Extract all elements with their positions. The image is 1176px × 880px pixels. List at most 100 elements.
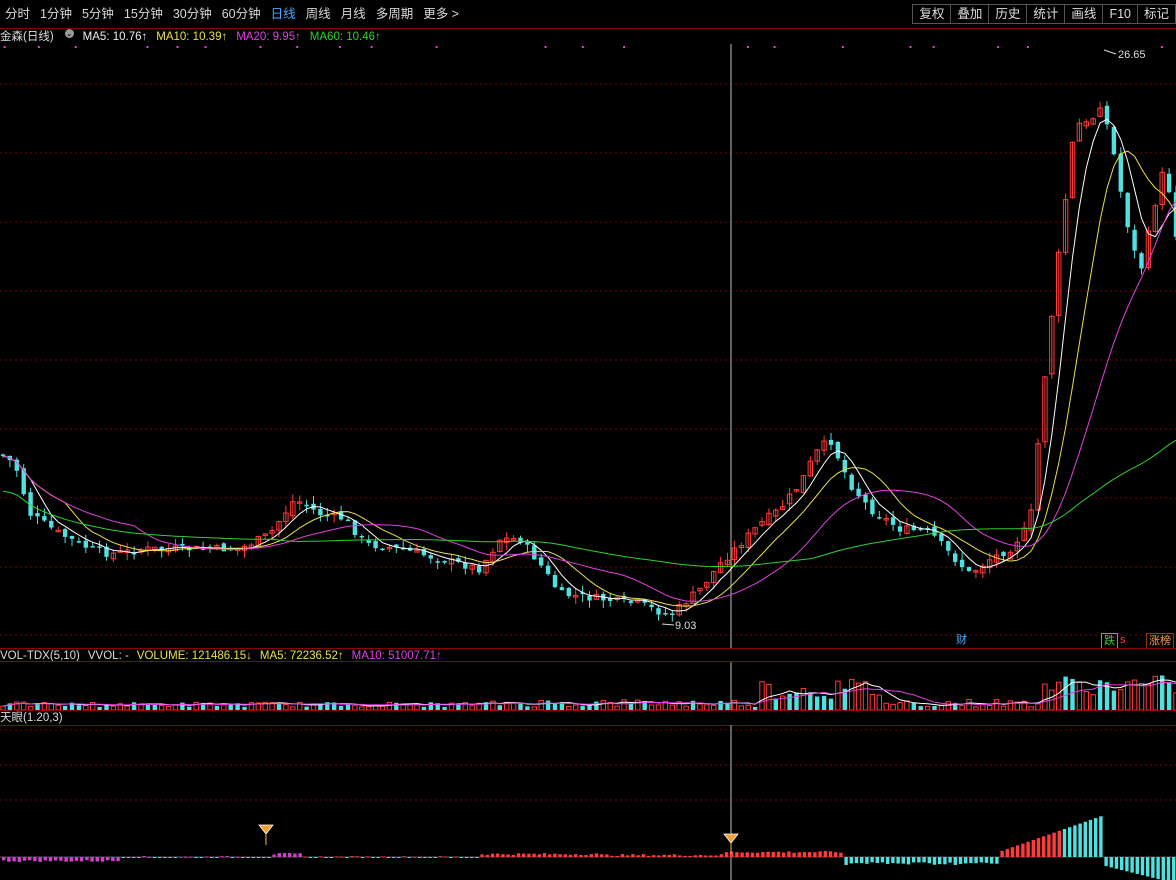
indicator-bar: [1047, 834, 1051, 857]
chevron-down-icon[interactable]: ⌄: [64, 29, 74, 38]
volume-bar: [1056, 681, 1062, 710]
finance-badge[interactable]: 财: [954, 633, 969, 647]
indicator-bar: [917, 857, 921, 863]
indicator-bar: [865, 857, 869, 864]
indicator-chart[interactable]: [0, 725, 1176, 880]
indicator-bar: [459, 857, 463, 858]
indicator-bar: [969, 857, 973, 864]
indicator-bar: [423, 857, 427, 858]
volume-bar: [1118, 689, 1124, 710]
period-tab-10[interactable]: 更多 >: [418, 0, 464, 28]
ma20-value: MA20: 9.95↑: [236, 31, 301, 43]
ma20-line: [2, 200, 1176, 602]
indicator-bar: [880, 857, 885, 863]
indicator-bar: [641, 854, 645, 857]
volume-bar: [628, 703, 634, 710]
indicator-bar: [163, 857, 167, 858]
indicator-bar: [589, 854, 593, 857]
indicator-bar: [563, 854, 567, 857]
signal-dot: [204, 46, 207, 48]
indicator-bar: [672, 854, 677, 857]
volume-bar: [828, 698, 834, 710]
indicator-bar: [1125, 857, 1129, 872]
low-pointer: [661, 623, 675, 626]
indicator-bar: [137, 857, 141, 858]
tool-button-0[interactable]: 复权: [912, 4, 951, 24]
drop-badge[interactable]: 跌: [1101, 633, 1118, 649]
candle-body: [870, 499, 875, 515]
volume-bar: [594, 701, 599, 710]
signal-dot: [997, 46, 1000, 48]
tool-button-1[interactable]: 叠加: [950, 4, 989, 24]
candle-body: [545, 565, 551, 575]
indicator-bar: [542, 853, 547, 857]
rank-badge[interactable]: 涨榜: [1146, 633, 1174, 649]
indicator-bar: [277, 853, 281, 857]
period-tab-7[interactable]: 周线: [301, 0, 336, 28]
indicator-bar: [28, 857, 32, 861]
indicator-bar: [600, 854, 604, 857]
volume-bar: [1145, 683, 1152, 710]
candle-body: [359, 535, 364, 538]
volume-bar: [1138, 683, 1145, 710]
candle-body: [318, 508, 323, 516]
indicator-bar: [1099, 816, 1103, 857]
indicator-bar: [1088, 819, 1093, 857]
indicator-bar: [2, 857, 6, 861]
indicator-bar: [605, 854, 609, 857]
candlestick-chart[interactable]: 26.65 9.03: [0, 44, 1176, 648]
period-tab-3[interactable]: 15分钟: [119, 0, 168, 28]
s-badge[interactable]: s: [1118, 633, 1128, 647]
period-tab-1[interactable]: 1分钟: [35, 0, 77, 28]
tool-button-6[interactable]: 标记: [1136, 4, 1176, 24]
tool-button-3[interactable]: 统计: [1026, 4, 1065, 24]
indicator-bar: [979, 857, 983, 863]
indicator-bar: [745, 852, 749, 857]
indicator-bar: [132, 857, 136, 858]
candle-body: [628, 601, 634, 604]
candle-body: [539, 557, 544, 566]
indicator-bar: [990, 857, 994, 864]
candle-body: [532, 545, 537, 560]
period-tab-2[interactable]: 5分钟: [77, 0, 119, 28]
volume-bar: [849, 678, 855, 710]
indicator-bar: [839, 852, 843, 857]
period-tab-4[interactable]: 30分钟: [168, 0, 217, 28]
candle-body: [49, 520, 54, 528]
candle-body: [670, 613, 675, 615]
indicator-bar: [1135, 857, 1139, 874]
volume-bar: [1083, 691, 1089, 710]
indicator-bar: [1130, 857, 1134, 873]
indicator-bar: [834, 852, 838, 857]
indicator-bar: [80, 857, 84, 862]
indicator-bar: [256, 857, 261, 858]
volume-bar: [821, 695, 827, 710]
indicator-bar: [438, 856, 443, 858]
volume-bar: [993, 699, 1000, 710]
indicator-bar: [558, 854, 562, 857]
indicator-bar: [719, 854, 723, 857]
indicator-bar: [948, 857, 952, 863]
volume-bar: [180, 702, 185, 710]
volume-bar: [808, 693, 813, 710]
period-tab-8[interactable]: 月线: [336, 0, 371, 28]
indicator-bar: [407, 857, 411, 858]
tool-button-5[interactable]: F10: [1102, 4, 1137, 24]
period-tab-0[interactable]: 分时: [0, 0, 35, 28]
volume-chart[interactable]: [0, 662, 1176, 710]
indicator-bar: [646, 855, 651, 857]
tool-button-4[interactable]: 画线: [1064, 4, 1103, 24]
indicator-bar: [849, 857, 853, 864]
indicator-bar: [724, 852, 729, 857]
period-tab-9[interactable]: 多周期: [371, 0, 419, 28]
indicator-bar: [22, 857, 27, 861]
vol-ma5-line: [2, 679, 1176, 707]
period-tab-6[interactable]: 日线: [266, 0, 301, 28]
tool-button-2[interactable]: 历史: [988, 4, 1027, 24]
indicator-bar: [74, 857, 79, 861]
indicator-bar: [116, 857, 120, 862]
candle-body: [352, 520, 358, 536]
period-tab-5[interactable]: 60分钟: [217, 0, 266, 28]
indicator-bar: [1078, 823, 1082, 857]
indicator-bar: [802, 852, 807, 857]
